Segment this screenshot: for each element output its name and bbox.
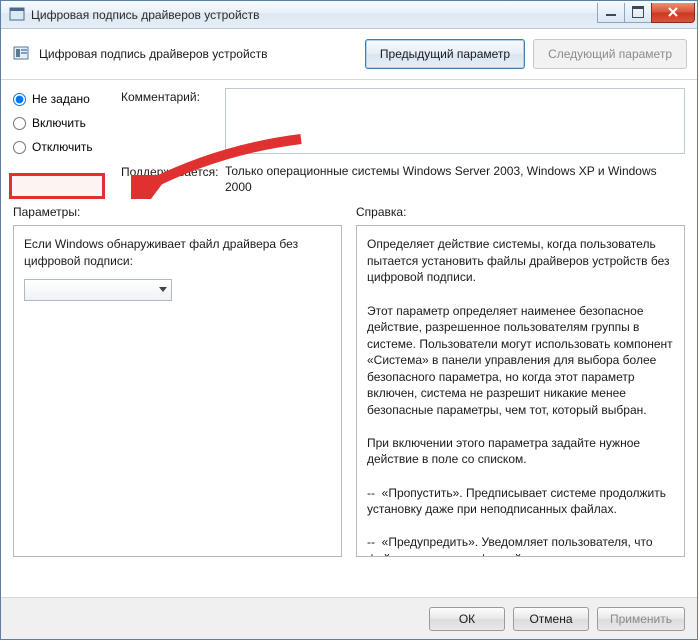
previous-setting-button[interactable]: Предыдущий параметр xyxy=(365,39,525,69)
action-combobox[interactable] xyxy=(24,279,172,301)
radio-disabled[interactable]: Отключить xyxy=(13,140,121,154)
comment-label: Комментарий: xyxy=(121,88,225,157)
radio-not-configured[interactable]: Не задано xyxy=(13,92,121,106)
close-button[interactable] xyxy=(651,3,695,23)
radio-disabled-label: Отключить xyxy=(32,140,93,154)
policy-icon xyxy=(13,45,31,63)
help-label: Справка: xyxy=(356,205,685,219)
supported-label: Поддерживается: xyxy=(121,163,225,195)
minimize-button[interactable] xyxy=(597,3,625,23)
help-panel: Определяет действие системы, когда польз… xyxy=(356,225,685,557)
params-text: Если Windows обнаруживает файл драйвера … xyxy=(24,236,331,268)
comment-textarea[interactable] xyxy=(225,88,685,154)
titlebar[interactable]: Цифровая подпись драйверов устройств xyxy=(1,1,697,29)
window-title: Цифровая подпись драйверов устройств xyxy=(31,8,598,22)
ok-button[interactable]: ОК xyxy=(429,607,505,631)
params-label: Параметры: xyxy=(13,205,342,219)
header-row: Цифровая подпись драйверов устройств Пре… xyxy=(1,29,697,80)
upper-section: Не задано Включить Отключить Комментарий… xyxy=(1,80,697,205)
dialog-window: Цифровая подпись драйверов устройств Циф… xyxy=(0,0,698,640)
app-icon xyxy=(9,7,25,23)
radio-not-configured-label: Не задано xyxy=(32,92,90,106)
radio-disabled-input[interactable] xyxy=(13,141,26,154)
radio-enabled-input[interactable] xyxy=(13,117,26,130)
next-setting-button: Следующий параметр xyxy=(533,39,687,69)
header-title: Цифровая подпись драйверов устройств xyxy=(39,47,357,61)
lower-section: Параметры: Если Windows обнаруживает фай… xyxy=(1,205,697,557)
fields: Комментарий: Поддерживается: Только опер… xyxy=(121,88,685,195)
radio-not-configured-input[interactable] xyxy=(13,93,26,106)
radio-enabled-label: Включить xyxy=(32,116,86,130)
state-radios: Не задано Включить Отключить xyxy=(13,88,121,195)
maximize-button[interactable] xyxy=(624,3,652,23)
params-panel: Если Windows обнаруживает файл драйвера … xyxy=(13,225,342,557)
help-text: Определяет действие системы, когда польз… xyxy=(367,236,674,557)
apply-button[interactable]: Применить xyxy=(597,607,685,631)
footer: ОК Отмена Применить xyxy=(1,597,697,639)
supported-text: Только операционные системы Windows Serv… xyxy=(225,163,685,195)
radio-enabled[interactable]: Включить xyxy=(13,116,121,130)
cancel-button[interactable]: Отмена xyxy=(513,607,589,631)
window-controls xyxy=(598,3,695,23)
